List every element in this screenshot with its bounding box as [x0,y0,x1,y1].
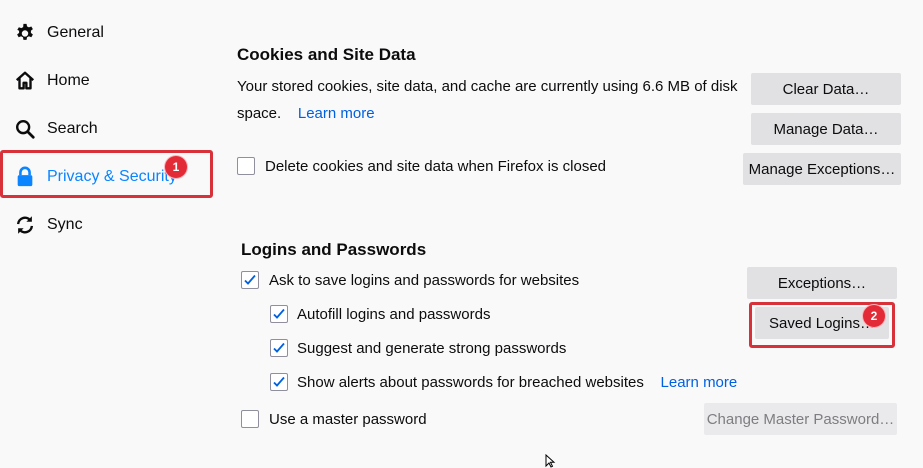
cookies-section-title: Cookies and Site Data [237,45,416,64]
breach-alerts-checkbox[interactable] [270,373,288,391]
manage-data-button[interactable]: Manage Data… [751,113,901,145]
gear-icon [13,21,37,45]
suggest-passwords-checkbox[interactable] [270,339,288,357]
ask-to-save-checkbox[interactable] [241,271,259,289]
annotation-badge-1: 1 [165,156,187,178]
breach-alerts-learn-more-link[interactable]: Learn more [661,374,738,391]
checkmark-icon [273,342,285,353]
suggest-passwords-label: Suggest and generate strong passwords [297,340,567,357]
autofill-checkbox[interactable] [270,305,288,323]
checkmark-icon [244,274,256,285]
sidebar-item-label: Search [47,120,98,137]
ask-to-save-label: Ask to save logins and passwords for web… [269,272,580,289]
sidebar-item-sync[interactable]: Sync [0,203,210,247]
sidebar-item-home[interactable]: Home [0,59,210,103]
cookies-description-text: space. [237,105,282,122]
annotation-badge-2: 2 [863,305,885,327]
home-icon [13,69,37,93]
checkmark-icon [273,376,285,387]
cookies-description-line2: space. Learn more [237,105,375,122]
breach-alerts-label: Show alerts about passwords for breached… [297,374,644,391]
cookies-learn-more-link[interactable]: Learn more [298,105,375,122]
clear-data-button[interactable]: Clear Data… [751,73,901,105]
breach-alerts-row: Show alerts about passwords for breached… [297,374,737,391]
logins-section-title: Logins and Passwords [241,240,427,259]
master-password-label: Use a master password [269,411,427,428]
sidebar-item-label: Sync [47,216,83,233]
sync-icon [13,213,37,237]
sidebar-item-label: General [47,24,104,41]
sidebar-item-search[interactable]: Search [0,107,210,151]
sidebar-item-general[interactable]: General [0,11,210,55]
cookies-description: Your stored cookies, site data, and cach… [237,78,738,95]
master-password-checkbox[interactable] [241,410,259,428]
logins-exceptions-button[interactable]: Exceptions… [747,267,897,299]
delete-cookies-checkbox[interactable] [237,157,255,175]
autofill-label: Autofill logins and passwords [297,306,491,323]
manage-exceptions-button[interactable]: Manage Exceptions… [743,153,901,185]
checkmark-icon [273,308,285,319]
sidebar-item-label: Home [47,72,90,89]
change-master-password-button[interactable]: Change Master Password… [704,403,897,435]
search-icon [13,117,37,141]
delete-cookies-label: Delete cookies and site data when Firefo… [265,158,607,175]
